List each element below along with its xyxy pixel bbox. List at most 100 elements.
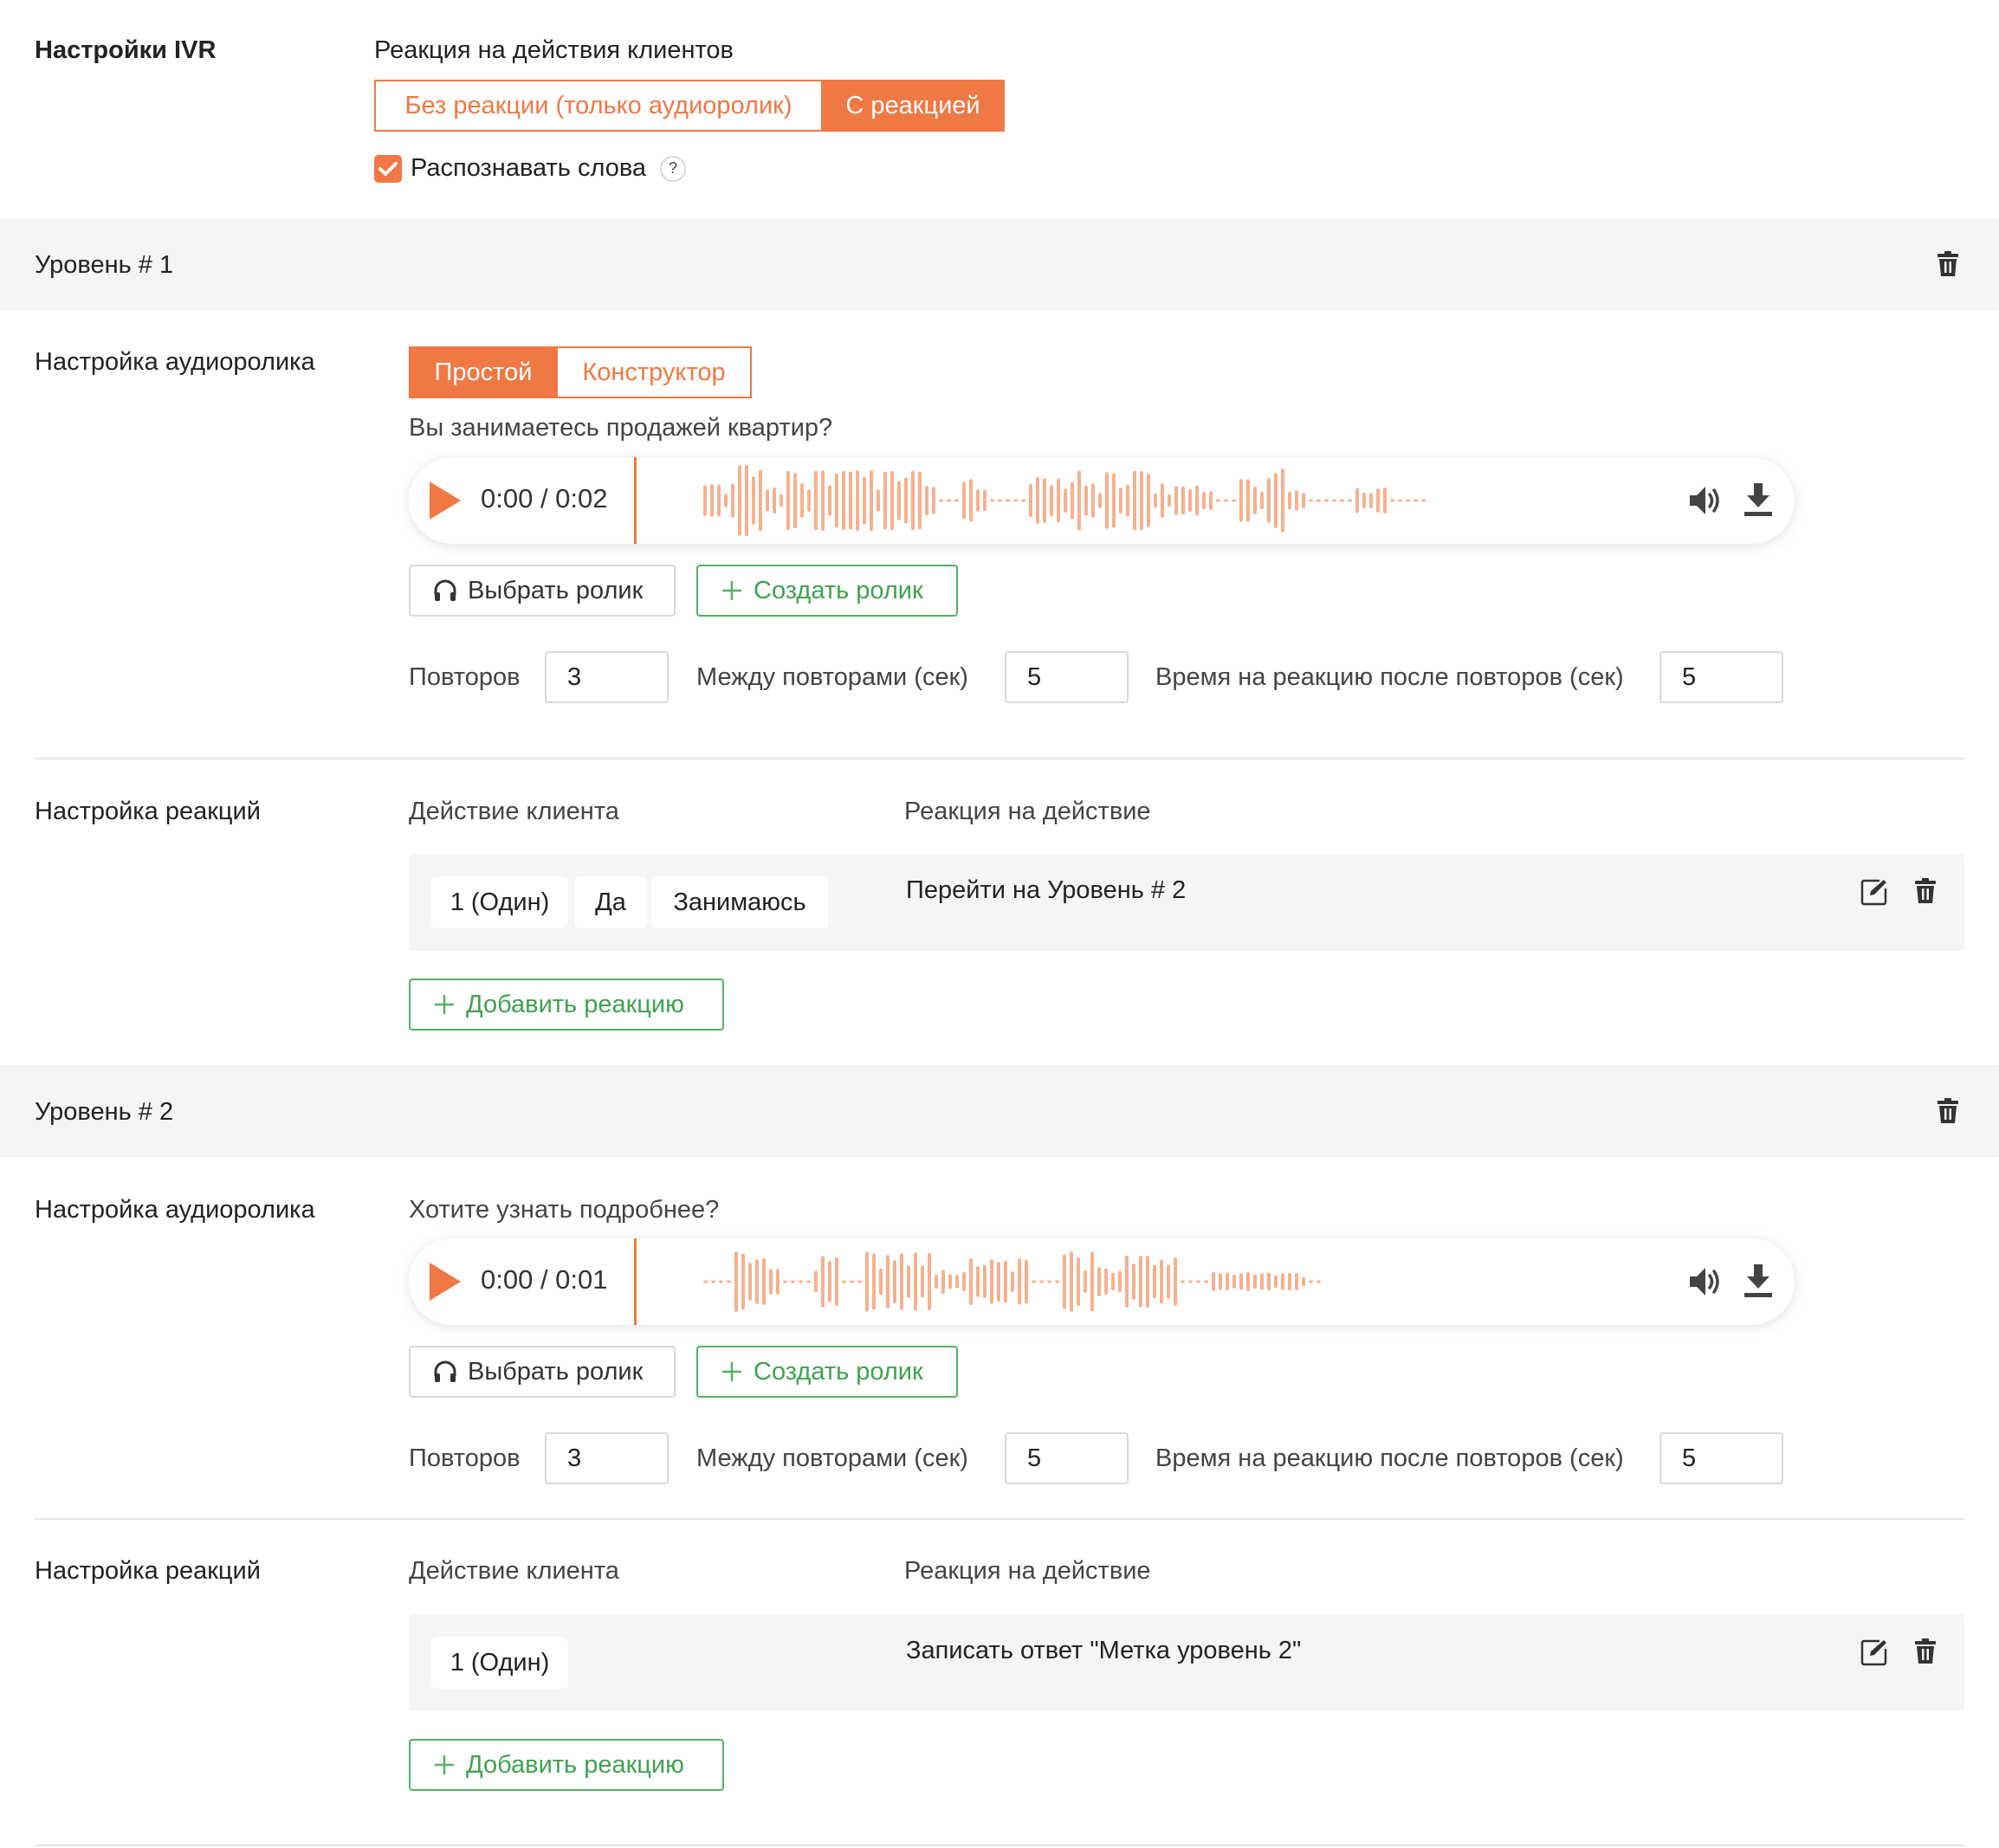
waveform-bar (1104, 1268, 1108, 1296)
waveform-bar (893, 1260, 896, 1303)
audio-mode-toggle: Простой Конструктор (409, 346, 752, 398)
reactions-settings-label: Настройка реакций (35, 1557, 261, 1585)
waveform[interactable] (703, 457, 1569, 544)
select-clip-button[interactable]: Выбрать ролик (409, 565, 676, 617)
download-icon[interactable] (1743, 481, 1774, 518)
waveform-bar (835, 473, 838, 528)
create-clip-button[interactable]: Создать ролик (696, 1346, 958, 1398)
waveform-bar (928, 1253, 931, 1310)
option-no-reaction[interactable]: Без реакции (только аудиоролик) (376, 81, 821, 130)
between-repeats-input[interactable]: 5 (1005, 651, 1129, 703)
waveform-bar (1013, 499, 1018, 502)
reaction-row: 1 (Один) Да Занимаюсь Перейти на Уровень… (409, 854, 1964, 951)
mode-constructor[interactable]: Конструктор (556, 348, 750, 397)
waveform-bar (717, 484, 721, 517)
waveform-bar (1216, 499, 1220, 502)
add-reaction-button[interactable]: Добавить реакцию (409, 1739, 724, 1791)
level-2-title: Уровень # 2 (35, 1098, 174, 1126)
waveform-bar (1195, 485, 1199, 516)
option-with-reaction[interactable]: С реакцией (821, 81, 1003, 130)
waveform-bar (724, 494, 728, 507)
waveform-bar (914, 1252, 917, 1311)
waveform-bar (1332, 499, 1336, 502)
select-clip-label: Выбрать ролик (468, 576, 644, 604)
playhead (634, 1238, 637, 1325)
create-clip-label: Создать ролик (754, 1357, 923, 1386)
waveform-bar (1246, 479, 1250, 522)
level-1-header: Уровень # 1 (0, 218, 1999, 310)
waveform-bar (710, 484, 714, 517)
mode-simple[interactable]: Простой (411, 348, 556, 397)
play-icon[interactable] (428, 480, 463, 521)
waveform-bar (1043, 478, 1046, 523)
waveform-bar (932, 487, 935, 514)
waveform-bar (1098, 493, 1102, 508)
waveform-bar (900, 1253, 903, 1310)
waveform-bar (711, 1280, 715, 1283)
edit-icon[interactable] (1860, 1638, 1888, 1666)
repeats-input[interactable]: 3 (545, 651, 669, 703)
waveform-bar (793, 472, 797, 529)
download-icon[interactable] (1743, 1263, 1774, 1299)
waveform-bar (969, 479, 973, 522)
repeats-input[interactable]: 3 (545, 1432, 669, 1484)
waveform-bar (911, 470, 915, 531)
waveform-bar (814, 470, 818, 531)
waveform-bar (954, 499, 959, 502)
trash-icon[interactable] (1937, 1098, 1959, 1124)
reaction-time-input[interactable]: 5 (1659, 651, 1783, 703)
waveform-bar (918, 471, 922, 530)
help-icon[interactable]: ? (660, 155, 687, 182)
recognize-words-checkbox[interactable] (374, 154, 402, 183)
waveform-bar (1181, 486, 1185, 515)
waveform-bar (1253, 1274, 1257, 1289)
waveform-bar (990, 1259, 993, 1304)
reaction-time-input[interactable]: 5 (1659, 1432, 1783, 1484)
waveform-bar (939, 499, 943, 502)
waveform[interactable] (703, 1238, 1569, 1325)
waveform-bar (1288, 491, 1291, 510)
play-icon[interactable] (428, 1261, 463, 1302)
reaction-time-label: Время на реакцию после повторов (сек) (1155, 1444, 1624, 1472)
trash-icon[interactable] (1937, 251, 1959, 277)
check-icon (378, 161, 398, 176)
level-1-title: Уровень # 1 (35, 251, 174, 279)
select-clip-button[interactable]: Выбрать ролик (409, 1346, 676, 1398)
add-reaction-button[interactable]: Добавить реакцию (409, 979, 724, 1031)
waveform-bar (1174, 486, 1178, 515)
waveform-bar (814, 1270, 818, 1293)
trash-icon[interactable] (1914, 1638, 1937, 1664)
player-time: 0:00 / 0:02 (481, 483, 608, 514)
waveform-bar (1063, 1254, 1066, 1309)
waveform-bar (821, 470, 825, 531)
waveform-bar (969, 1258, 973, 1305)
waveform-bar (762, 1258, 766, 1305)
volume-icon[interactable] (1688, 483, 1723, 518)
audio-settings-label: Настройка аудиоролика (35, 348, 315, 376)
action-tag: 1 (Один) (431, 876, 568, 928)
waveform-bar (856, 470, 859, 531)
player-time: 0:00 / 0:01 (481, 1264, 608, 1295)
trash-icon[interactable] (1914, 878, 1937, 904)
action-tag: Занимаюсь (651, 876, 828, 928)
waveform-bar (883, 471, 887, 530)
waveform-bar (1084, 485, 1088, 516)
create-clip-button[interactable]: Создать ролик (696, 565, 958, 617)
waveform-bar (800, 483, 804, 518)
volume-icon[interactable] (1688, 1264, 1723, 1299)
waveform-bar (1369, 493, 1373, 508)
waveform-bar (955, 1275, 959, 1289)
waveform-bar (877, 489, 880, 512)
waveform-bar (1196, 1280, 1200, 1283)
edit-icon[interactable] (1860, 878, 1888, 906)
waveform-bar (769, 1269, 773, 1295)
waveform-bar (1091, 483, 1095, 518)
between-repeats-input[interactable]: 5 (1005, 1432, 1129, 1484)
waveform-bar (1239, 479, 1243, 522)
waveform-bar (1036, 477, 1039, 524)
waveform-bar (1132, 1263, 1135, 1300)
waveform-bar (1226, 1272, 1229, 1291)
waveform-bar (1355, 488, 1359, 514)
waveform-bar (904, 477, 908, 524)
waveform-bar (1153, 1264, 1156, 1299)
